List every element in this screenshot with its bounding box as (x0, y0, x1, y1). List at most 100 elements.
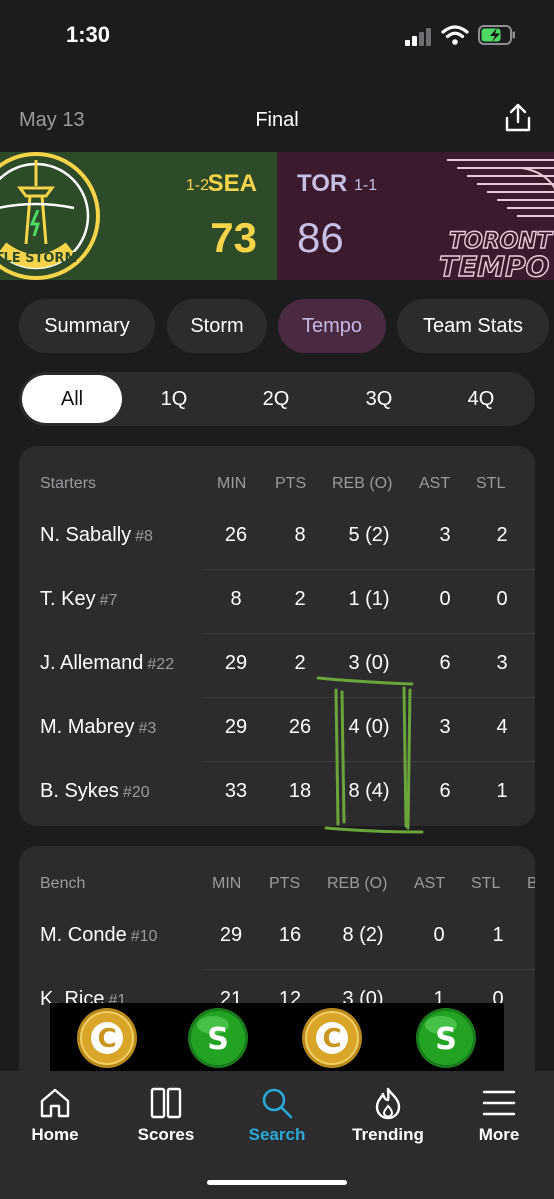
tab-tempo-label: Tempo (301, 314, 363, 337)
table-row[interactable]: J. Allemand #22 29 2 3 (0) 6 3 (19, 634, 535, 698)
nav-scores[interactable]: Scores (111, 1085, 221, 1145)
col-ast: AST (419, 475, 451, 492)
stat-stl: 1 (492, 924, 504, 946)
stat-stl: 4 (496, 716, 508, 738)
player-name[interactable]: M. Conde (40, 924, 127, 946)
player-name[interactable]: N. Sabally (40, 524, 131, 546)
team-tabs: Summary Storm Tempo Team Stats (19, 299, 554, 353)
quarter-4q-label: 4Q (467, 387, 495, 410)
home-icon (40, 1088, 70, 1118)
col-blk: B (527, 875, 535, 892)
nav-trending[interactable]: Trending (333, 1085, 443, 1145)
jersey-number: #7 (99, 592, 118, 609)
stat-ast: 0 (433, 924, 445, 946)
stat-min: 29 (224, 652, 248, 674)
table-row[interactable]: M. Conde #10 29 16 8 (2) 0 1 (19, 906, 535, 970)
jersey-number: #20 (122, 784, 150, 801)
stat-ast: 3 (439, 524, 451, 546)
quarter-1q[interactable]: 1Q (124, 375, 224, 423)
away-score: 86 (297, 214, 344, 261)
nav-home-label: Home (31, 1125, 79, 1144)
stat-reb: 8 (4) (348, 780, 390, 802)
table-row[interactable]: B. Sykes #20 33 18 8 (4) 6 1 (19, 762, 535, 826)
green-coin-icon: S (416, 1008, 476, 1068)
stat-ast: 3 (439, 716, 451, 738)
quarter-1q-label: 1Q (160, 387, 188, 410)
home-score: 73 (210, 214, 257, 261)
jersey-number: #22 (147, 656, 175, 673)
tab-summary[interactable]: Summary (19, 299, 155, 353)
green-coin-icon: S (188, 1008, 248, 1068)
nav-search[interactable]: Search (222, 1085, 332, 1145)
nav-scores-label: Scores (137, 1125, 195, 1144)
trending-icon (375, 1087, 401, 1120)
jersey-number: #8 (135, 528, 153, 545)
coin-letter: C (97, 1024, 116, 1054)
nav-more[interactable]: More (444, 1085, 554, 1145)
seattle-storm-logo: TLE STORM (0, 152, 100, 280)
tab-storm[interactable]: Storm (167, 299, 267, 353)
stat-pts: 2 (294, 588, 306, 610)
table-row[interactable]: N. Sabally #8 26 8 5 (2) 3 2 (19, 506, 535, 570)
more-icon (482, 1090, 516, 1116)
away-logo-line2: TEMPO (439, 250, 549, 280)
share-icon[interactable] (502, 102, 534, 134)
stat-reb: 4 (0) (348, 716, 390, 738)
quarter-all[interactable]: All (22, 375, 122, 423)
stat-ast: 0 (439, 588, 451, 610)
col-ast: AST (414, 875, 446, 892)
ad-banner[interactable]: C S C S (50, 1003, 504, 1071)
status-time: 1:30 (66, 22, 111, 47)
tab-team-stats[interactable]: Team Stats (397, 299, 549, 353)
nav-more-label: More (478, 1125, 520, 1144)
nav-home[interactable]: Home (0, 1085, 110, 1145)
starters-title: Starters (40, 475, 97, 492)
stat-min: 26 (224, 524, 248, 546)
quarter-3q-label: 3Q (365, 387, 393, 410)
col-min: MIN (217, 475, 247, 492)
tab-tempo[interactable]: Tempo (278, 299, 386, 353)
status-bar: 1:30 (0, 0, 554, 70)
home-team-panel[interactable]: TLE STORM 1-2 SEA 73 (0, 152, 277, 280)
player-name[interactable]: T. Key (40, 588, 96, 610)
stat-stl: 1 (496, 780, 508, 802)
gold-coin-icon: C (77, 1008, 137, 1068)
col-stl: STL (476, 475, 506, 492)
col-reb: REB (O) (332, 475, 393, 492)
col-pts: PTS (275, 475, 307, 492)
stat-reb: 1 (1) (348, 588, 390, 610)
stat-pts: 8 (294, 524, 306, 546)
search-icon (262, 1088, 293, 1119)
wifi-icon (441, 25, 469, 45)
stat-stl: 3 (496, 652, 508, 674)
scores-icon (150, 1087, 182, 1119)
tab-storm-label: Storm (190, 314, 244, 337)
stat-pts: 26 (288, 716, 312, 738)
coin-letter: C (322, 1024, 341, 1054)
player-name[interactable]: M. Mabrey (40, 716, 134, 738)
col-pts: PTS (269, 875, 301, 892)
table-row[interactable]: T. Key #7 8 2 1 (1) 0 0 (19, 570, 535, 634)
stat-reb: 5 (2) (348, 524, 390, 546)
stat-ast: 6 (439, 780, 451, 802)
quarter-3q[interactable]: 3Q (329, 375, 429, 423)
game-header: May 13 Final (0, 100, 554, 144)
player-name[interactable]: J. Allemand (40, 652, 143, 674)
bench-title: Bench (40, 875, 86, 892)
score-banner: TLE STORM 1-2 SEA 73 TOR 1-1 86 TORONT T… (0, 152, 554, 280)
battery-charging-icon (478, 25, 515, 45)
quarter-selector: All 1Q 2Q 3Q 4Q (19, 372, 535, 426)
table-row[interactable]: M. Mabrey #3 29 26 4 (0) 3 4 (19, 698, 535, 762)
player-name[interactable]: B. Sykes (40, 780, 119, 802)
tab-team-stats-label: Team Stats (422, 314, 524, 337)
home-abbr: SEA (207, 170, 257, 197)
jersey-number: #10 (130, 928, 158, 945)
coin-letter: S (435, 1022, 457, 1057)
quarter-4q[interactable]: 4Q (431, 375, 531, 423)
away-team-panel[interactable]: TOR 1-1 86 TORONT TEMPO (277, 152, 554, 280)
stat-stl: 2 (496, 524, 508, 546)
nav-search-label: Search (248, 1125, 306, 1144)
toronto-tempo-logo: TORONT TEMPO (438, 159, 554, 280)
starters-table: Starters MIN PTS REB (O) AST STL N. Saba… (19, 446, 535, 826)
quarter-2q[interactable]: 2Q (226, 375, 326, 423)
